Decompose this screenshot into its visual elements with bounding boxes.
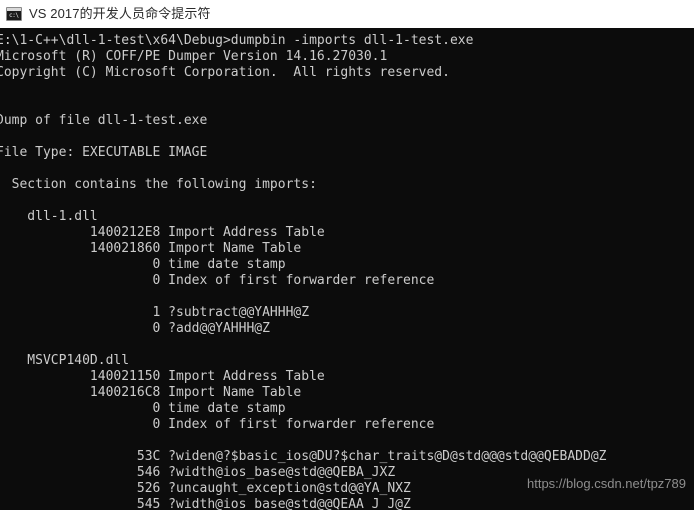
console-window-icon: c:\ — [6, 7, 22, 21]
window-titlebar[interactable]: c:\ VS 2017的开发人员命令提示符 — [0, 0, 694, 28]
window-title-text: VS 2017的开发人员命令提示符 — [29, 6, 211, 21]
console-output-text: E:\1-C++\dll-1-test\x64\Debug>dumpbin -i… — [0, 33, 607, 510]
console-icon-prompt-glyph: c:\ — [9, 12, 19, 19]
console-app-window: c:\ VS 2017的开发人员命令提示符 E:\1-C++\dll-1-tes… — [0, 0, 694, 510]
console-output-area[interactable]: E:\1-C++\dll-1-test\x64\Debug>dumpbin -i… — [0, 28, 694, 510]
console-icon-titlebar-strip — [7, 8, 21, 11]
